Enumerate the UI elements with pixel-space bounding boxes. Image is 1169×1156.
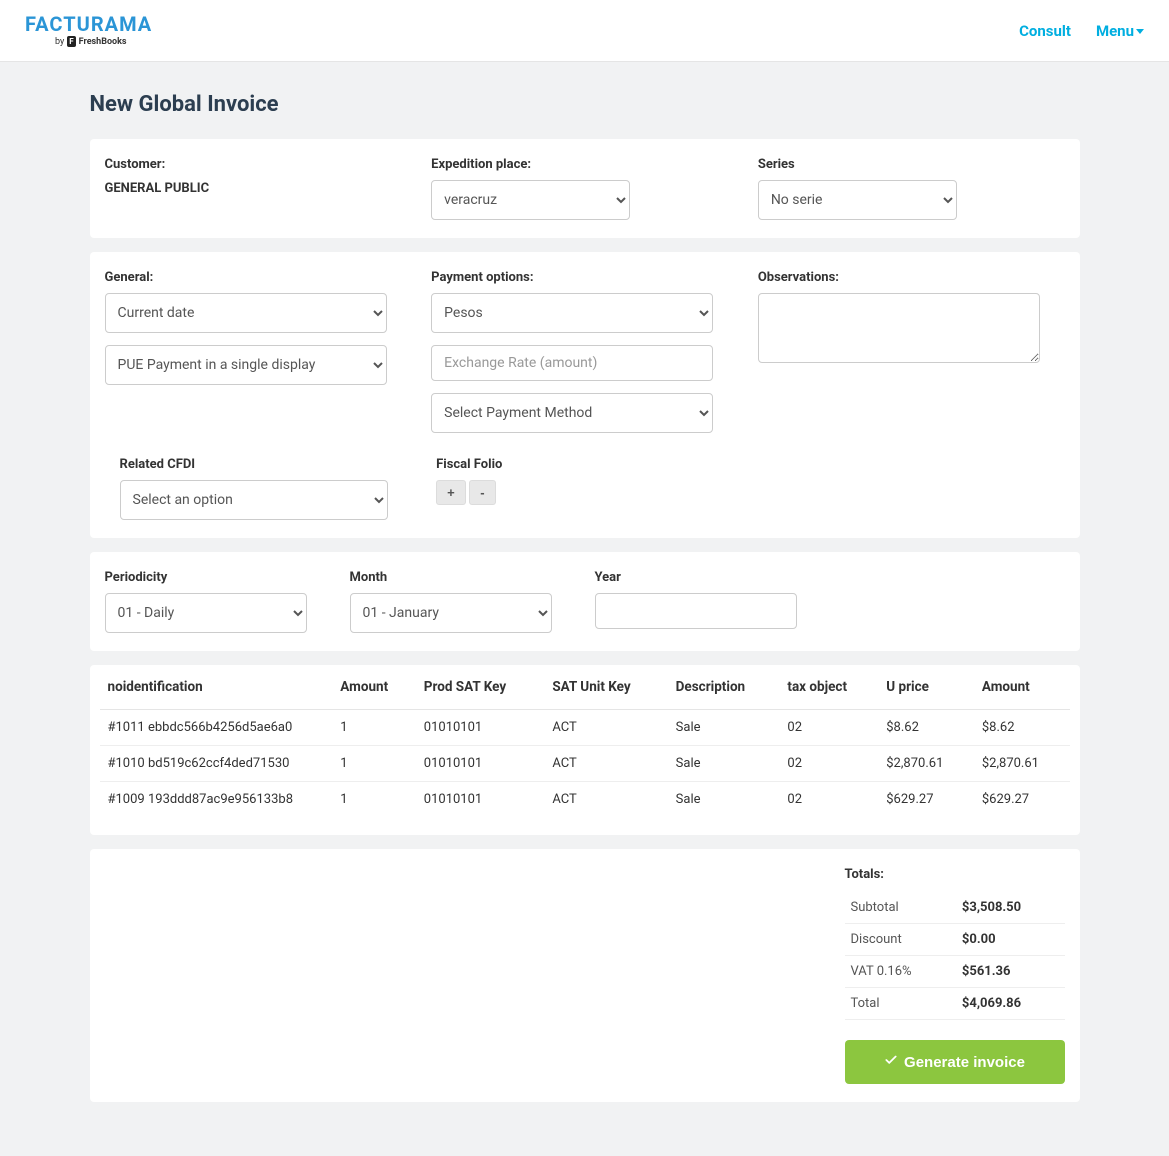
cell-uprice: $629.27: [878, 782, 974, 818]
total-label: Total: [845, 988, 956, 1020]
customer-value: GENERAL PUBLIC: [105, 181, 210, 196]
brand-subtitle: by F FreshBooks: [55, 36, 127, 47]
col-u-price: U price: [878, 665, 974, 710]
cell-qty: 1: [332, 746, 415, 782]
totals-title: Totals:: [845, 867, 1065, 882]
col-amount: Amount: [974, 665, 1070, 710]
total-value: $4,069.86: [956, 988, 1065, 1020]
card-totals: Totals: Subtotal $3,508.50 Discount $0.0…: [90, 849, 1080, 1102]
card-options: General: Current date PUE Payment in a s…: [90, 252, 1080, 538]
cell-amount: $8.62: [974, 710, 1070, 746]
cell-noid: #1009 193ddd87ac9e956133b8: [100, 782, 333, 818]
cell-uprice: $2,870.61: [878, 746, 974, 782]
col-prod-sat: Prod SAT Key: [416, 665, 545, 710]
cell-prodsat: 01010101: [416, 710, 545, 746]
navbar: FACTURAMA by F FreshBooks Consult Menu: [0, 0, 1169, 62]
related-cfdi-label: Related CFDI: [120, 457, 412, 472]
nav-menu-label: Menu: [1096, 22, 1134, 40]
cell-taxobj: 02: [779, 746, 878, 782]
cell-desc: Sale: [668, 710, 780, 746]
items-table: noidentification Amount Prod SAT Key SAT…: [100, 665, 1070, 817]
subtotal-value: $3,508.50: [956, 892, 1065, 924]
fiscal-folio-remove-button[interactable]: -: [469, 480, 495, 505]
vat-value: $561.36: [956, 956, 1065, 988]
cell-taxobj: 02: [779, 710, 878, 746]
cell-taxobj: 02: [779, 782, 878, 818]
cell-satunit: ACT: [544, 710, 667, 746]
expedition-label: Expedition place:: [431, 157, 738, 172]
payment-options-label: Payment options:: [431, 270, 738, 285]
cell-satunit: ACT: [544, 746, 667, 782]
cell-noid: #1011 ebbdc566b4256d5ae6a0: [100, 710, 333, 746]
card-items: noidentification Amount Prod SAT Key SAT…: [90, 665, 1080, 835]
subtotal-label: Subtotal: [845, 892, 956, 924]
cell-amount: $2,870.61: [974, 746, 1070, 782]
fiscal-folio-add-button[interactable]: +: [436, 480, 466, 505]
col-tax-object: tax object: [779, 665, 878, 710]
periodicity-select[interactable]: 01 - Daily: [105, 593, 308, 633]
exchange-rate-input[interactable]: [431, 345, 713, 381]
year-label: Year: [595, 570, 820, 585]
observations-textarea[interactable]: [758, 293, 1040, 363]
payment-method-select[interactable]: Select Payment Method: [431, 393, 713, 433]
periodicity-label: Periodicity: [105, 570, 330, 585]
related-cfdi-select[interactable]: Select an option: [120, 480, 388, 520]
col-noidentification: noidentification: [100, 665, 333, 710]
discount-value: $0.00: [956, 924, 1065, 956]
month-label: Month: [350, 570, 575, 585]
cell-desc: Sale: [668, 746, 780, 782]
cell-satunit: ACT: [544, 782, 667, 818]
table-row: #1010 bd519c62ccf4ded71530101010101ACTSa…: [100, 746, 1070, 782]
brand: FACTURAMA by F FreshBooks: [25, 14, 152, 47]
page-title: New Global Invoice: [90, 92, 1080, 117]
card-period: Periodicity 01 - Daily Month 01 - Januar…: [90, 552, 1080, 651]
generate-invoice-label: Generate invoice: [904, 1054, 1025, 1071]
general-label: General:: [105, 270, 412, 285]
chevron-down-icon: [1136, 29, 1144, 34]
cell-uprice: $8.62: [878, 710, 974, 746]
series-select[interactable]: No serie: [758, 180, 957, 220]
card-header-info: Customer: GENERAL PUBLIC Expedition plac…: [90, 139, 1080, 238]
month-select[interactable]: 01 - January: [350, 593, 553, 633]
vat-label: VAT 0.16%: [845, 956, 956, 988]
totals-table: Subtotal $3,508.50 Discount $0.00 VAT 0.…: [845, 892, 1065, 1020]
nav-links: Consult Menu: [1019, 22, 1144, 40]
series-label: Series: [758, 157, 1065, 172]
cell-prodsat: 01010101: [416, 782, 545, 818]
cell-desc: Sale: [668, 782, 780, 818]
discount-label: Discount: [845, 924, 956, 956]
generate-invoice-button[interactable]: Generate invoice: [845, 1040, 1065, 1084]
cell-qty: 1: [332, 782, 415, 818]
brand-logo: FACTURAMA: [25, 14, 152, 34]
col-amount-qty: Amount: [332, 665, 415, 710]
payment-form-select[interactable]: PUE Payment in a single display: [105, 345, 387, 385]
col-sat-unit: SAT Unit Key: [544, 665, 667, 710]
cell-noid: #1010 bd519c62ccf4ded71530: [100, 746, 333, 782]
table-row: #1011 ebbdc566b4256d5ae6a0101010101ACTSa…: [100, 710, 1070, 746]
cell-qty: 1: [332, 710, 415, 746]
observations-label: Observations:: [758, 270, 1065, 285]
year-input[interactable]: [595, 593, 798, 629]
fiscal-folio-label: Fiscal Folio: [436, 457, 738, 472]
nav-menu-dropdown[interactable]: Menu: [1096, 22, 1144, 40]
customer-label: Customer:: [105, 157, 412, 172]
date-select[interactable]: Current date: [105, 293, 387, 333]
freshbooks-badge: F: [67, 36, 75, 47]
brand-by: by: [55, 37, 64, 47]
items-header-row: noidentification Amount Prod SAT Key SAT…: [100, 665, 1070, 710]
cell-prodsat: 01010101: [416, 746, 545, 782]
cell-amount: $629.27: [974, 782, 1070, 818]
col-description: Description: [668, 665, 780, 710]
nav-consult-link[interactable]: Consult: [1019, 22, 1071, 40]
brand-freshbooks: FreshBooks: [79, 37, 127, 47]
table-row: #1009 193ddd87ac9e956133b8101010101ACTSa…: [100, 782, 1070, 818]
check-icon: [884, 1053, 898, 1071]
currency-select[interactable]: Pesos: [431, 293, 713, 333]
expedition-select[interactable]: veracruz: [431, 180, 630, 220]
